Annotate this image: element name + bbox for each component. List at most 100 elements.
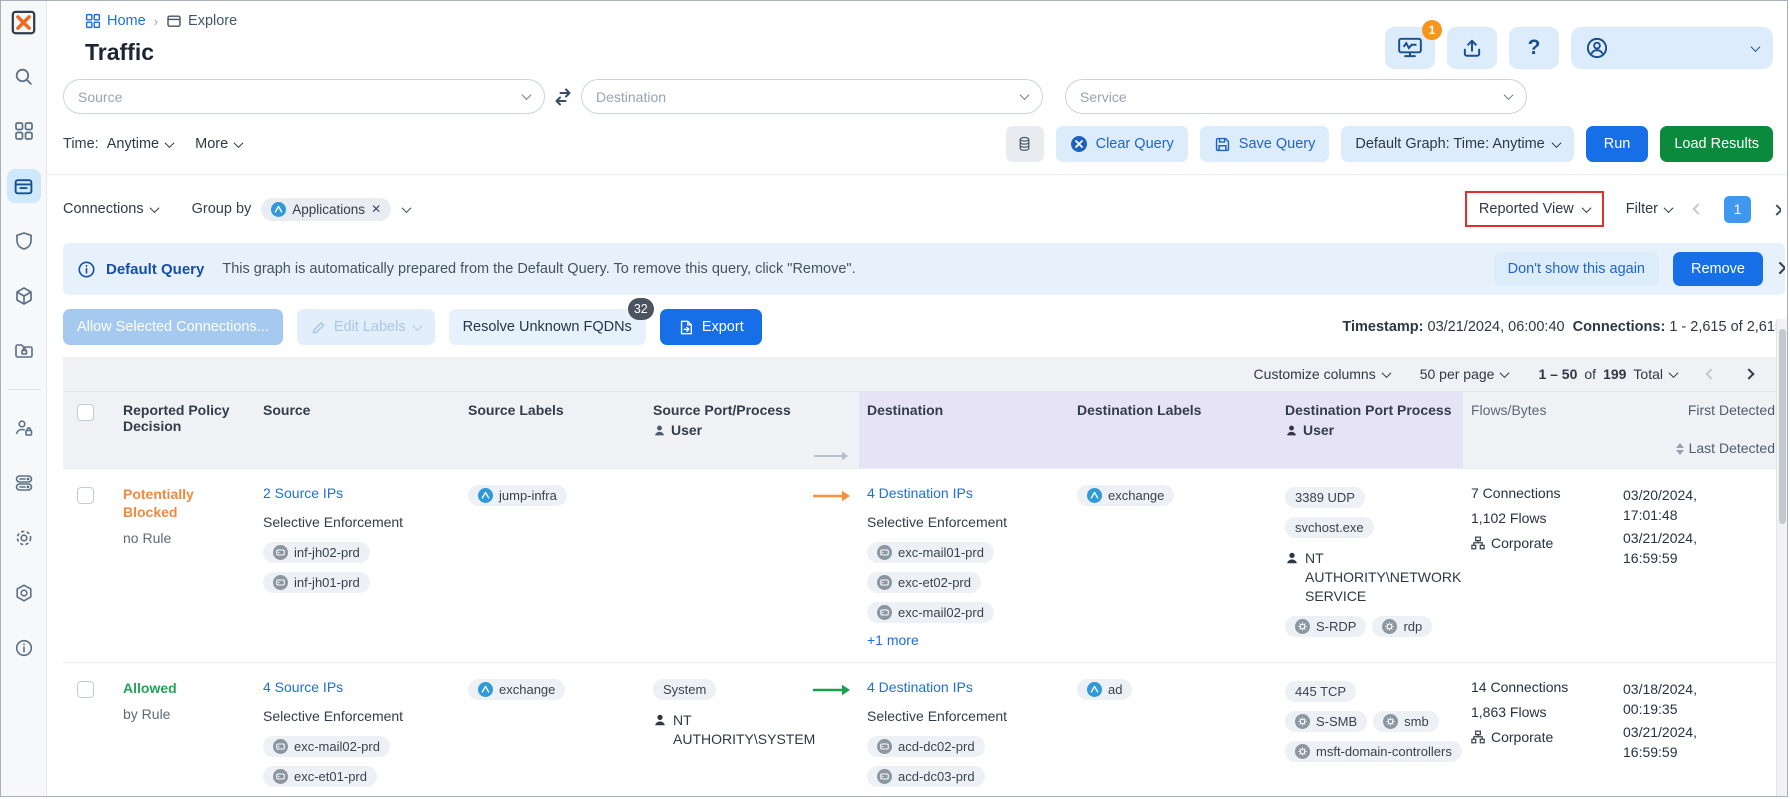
scrollbar-thumb[interactable]: [1779, 329, 1786, 524]
row-checkbox[interactable]: [77, 681, 94, 698]
explore-box-icon[interactable]: [6, 169, 41, 203]
host-chip[interactable]: exc-et02-prd: [867, 572, 981, 593]
shield-icon[interactable]: [7, 224, 41, 258]
next-page-icon[interactable]: [1773, 204, 1781, 216]
cube-icon[interactable]: [7, 279, 41, 313]
process-chip[interactable]: svchost.exe: [1285, 517, 1374, 538]
app-label-chip[interactable]: jump-infra: [468, 485, 567, 506]
host-chip[interactable]: exc-mail01-prd: [867, 542, 994, 563]
run-button[interactable]: Run: [1585, 126, 1649, 162]
host-chip[interactable]: exc-et01-prd: [263, 766, 377, 787]
source-input[interactable]: [78, 88, 523, 105]
monitor-activity-button[interactable]: 1: [1385, 20, 1442, 69]
allow-selected-connections-button[interactable]: Allow Selected Connections...: [63, 309, 283, 345]
vertical-scrollbar[interactable]: [1776, 319, 1787, 796]
app-logo-icon[interactable]: [10, 9, 37, 41]
header-destination-port[interactable]: Destination Port Process User: [1277, 392, 1463, 468]
header-destination-labels[interactable]: Destination Labels: [1069, 392, 1277, 468]
clear-query-button[interactable]: Clear Query: [1055, 126, 1188, 162]
table-prev-page-icon[interactable]: [1705, 368, 1717, 380]
export-button[interactable]: Export: [659, 309, 762, 345]
port-chip[interactable]: 3389 UDP: [1285, 487, 1365, 508]
export-upload-button[interactable]: [1447, 27, 1497, 69]
table-next-page-icon[interactable]: [1743, 368, 1755, 380]
folder-lock-icon[interactable]: [7, 334, 41, 368]
header-source-user: User: [653, 422, 795, 438]
host-chip[interactable]: exc-mail02-prd: [867, 602, 994, 623]
search-icon[interactable]: [7, 59, 41, 93]
per-page-dropdown[interactable]: 50 per page: [1420, 366, 1510, 382]
group-by-applications-chip[interactable]: Applications ✕: [261, 197, 392, 221]
service-dropdown[interactable]: [1065, 79, 1527, 114]
breadcrumb-home-link[interactable]: Home: [85, 13, 146, 29]
host-chip[interactable]: acd-dc03-prd: [867, 766, 985, 787]
user-lock-icon[interactable]: [7, 411, 41, 445]
more-dropdown[interactable]: More: [195, 136, 244, 152]
resolve-unknown-fqdns-button[interactable]: Resolve Unknown FQDNs 32: [448, 298, 654, 345]
process-chip[interactable]: System: [653, 679, 717, 700]
close-icon[interactable]: [1777, 260, 1785, 276]
breadcrumb-explore[interactable]: Explore: [166, 13, 237, 29]
prev-page-icon[interactable]: [1692, 203, 1704, 215]
app-label-chip[interactable]: exchange: [1077, 485, 1175, 506]
settings-gear-icon[interactable]: [7, 521, 41, 555]
dont-show-again-button[interactable]: Don't show this again: [1493, 252, 1659, 286]
save-query-button[interactable]: Save Query: [1199, 126, 1330, 162]
remove-chip-icon[interactable]: ✕: [371, 202, 381, 216]
destination-dropdown[interactable]: [581, 79, 1043, 114]
table-row[interactable]: Allowed by Rule 4 Source IPs Selective E…: [63, 662, 1787, 796]
header-source-labels[interactable]: Source Labels: [460, 392, 645, 468]
header-source-port[interactable]: Source Port/Process User: [645, 392, 803, 468]
servers-icon[interactable]: [7, 466, 41, 500]
header-destination[interactable]: Destination: [859, 392, 1069, 468]
load-results-button[interactable]: Load Results: [1660, 126, 1773, 162]
host-chip[interactable]: inf-jh02-prd: [263, 542, 370, 563]
row-checkbox[interactable]: [77, 487, 94, 504]
service-chip[interactable]: smb: [1373, 711, 1439, 732]
user-menu[interactable]: [1571, 27, 1773, 69]
remove-button[interactable]: Remove: [1673, 252, 1763, 286]
app-label-chip[interactable]: ad: [1077, 679, 1133, 700]
host-chip[interactable]: exc-mail02-prd: [263, 736, 390, 757]
info-icon[interactable]: [7, 631, 41, 665]
port-chip[interactable]: 445 TCP: [1285, 681, 1357, 702]
destination-ips-link[interactable]: 4 Destination IPs: [867, 679, 973, 695]
service-chip[interactable]: S-SMB: [1285, 711, 1368, 732]
query-history-button[interactable]: [1005, 126, 1044, 162]
reported-view-dropdown[interactable]: Reported View: [1464, 191, 1604, 227]
service-chip[interactable]: S-RDP: [1285, 615, 1367, 637]
destination-input[interactable]: [596, 88, 1021, 105]
filter-dropdown[interactable]: Filter: [1626, 201, 1674, 217]
host-chip[interactable]: inf-jh01-prd: [263, 572, 370, 593]
row-range-dropdown[interactable]: 1 – 50 of 199 Total: [1538, 366, 1679, 382]
service-chip[interactable]: rdp: [1372, 615, 1433, 637]
service-input[interactable]: [1080, 88, 1505, 105]
default-graph-dropdown[interactable]: Default Graph: Time: Anytime: [1341, 126, 1574, 162]
help-button[interactable]: ?: [1509, 27, 1559, 69]
select-all-checkbox[interactable]: [77, 404, 94, 421]
swap-source-destination-button[interactable]: [545, 87, 581, 107]
source-dropdown[interactable]: [63, 79, 545, 114]
destination-ips-link[interactable]: 4 Destination IPs: [867, 485, 973, 501]
host-chip[interactable]: acd-dc02-prd: [867, 736, 985, 757]
hex-nut-icon[interactable]: [7, 576, 41, 610]
process-user: NT AUTHORITY\NETWORK SERVICE: [1285, 549, 1461, 606]
header-reported-policy-decision[interactable]: Reported Policy Decision: [115, 392, 255, 468]
connections-view-dropdown[interactable]: Connections: [63, 201, 160, 217]
chevron-down-icon[interactable]: [401, 202, 412, 213]
more-link[interactable]: +1 more: [867, 632, 919, 648]
table-row[interactable]: Potentially Blocked no Rule 2 Source IPs…: [63, 468, 1787, 662]
service-chip[interactable]: msft-domain-controllers: [1285, 741, 1462, 762]
header-flows-bytes[interactable]: Flows/Bytes: [1463, 392, 1615, 468]
edit-labels-button[interactable]: Edit Labels: [296, 309, 435, 345]
header-first-detected[interactable]: First Detected: [1623, 402, 1775, 418]
time-dropdown[interactable]: Anytime: [107, 136, 175, 152]
dashboard-grid-icon[interactable]: [7, 114, 41, 148]
header-last-detected[interactable]: Last Detected: [1623, 440, 1775, 456]
header-source[interactable]: Source: [255, 392, 460, 468]
app-label-chip[interactable]: exchange: [468, 679, 566, 700]
source-ips-link[interactable]: 4 Source IPs: [263, 679, 343, 695]
customize-columns-dropdown[interactable]: Customize columns: [1254, 366, 1392, 382]
source-ips-link[interactable]: 2 Source IPs: [263, 485, 343, 501]
page-1-button[interactable]: 1: [1724, 195, 1751, 223]
